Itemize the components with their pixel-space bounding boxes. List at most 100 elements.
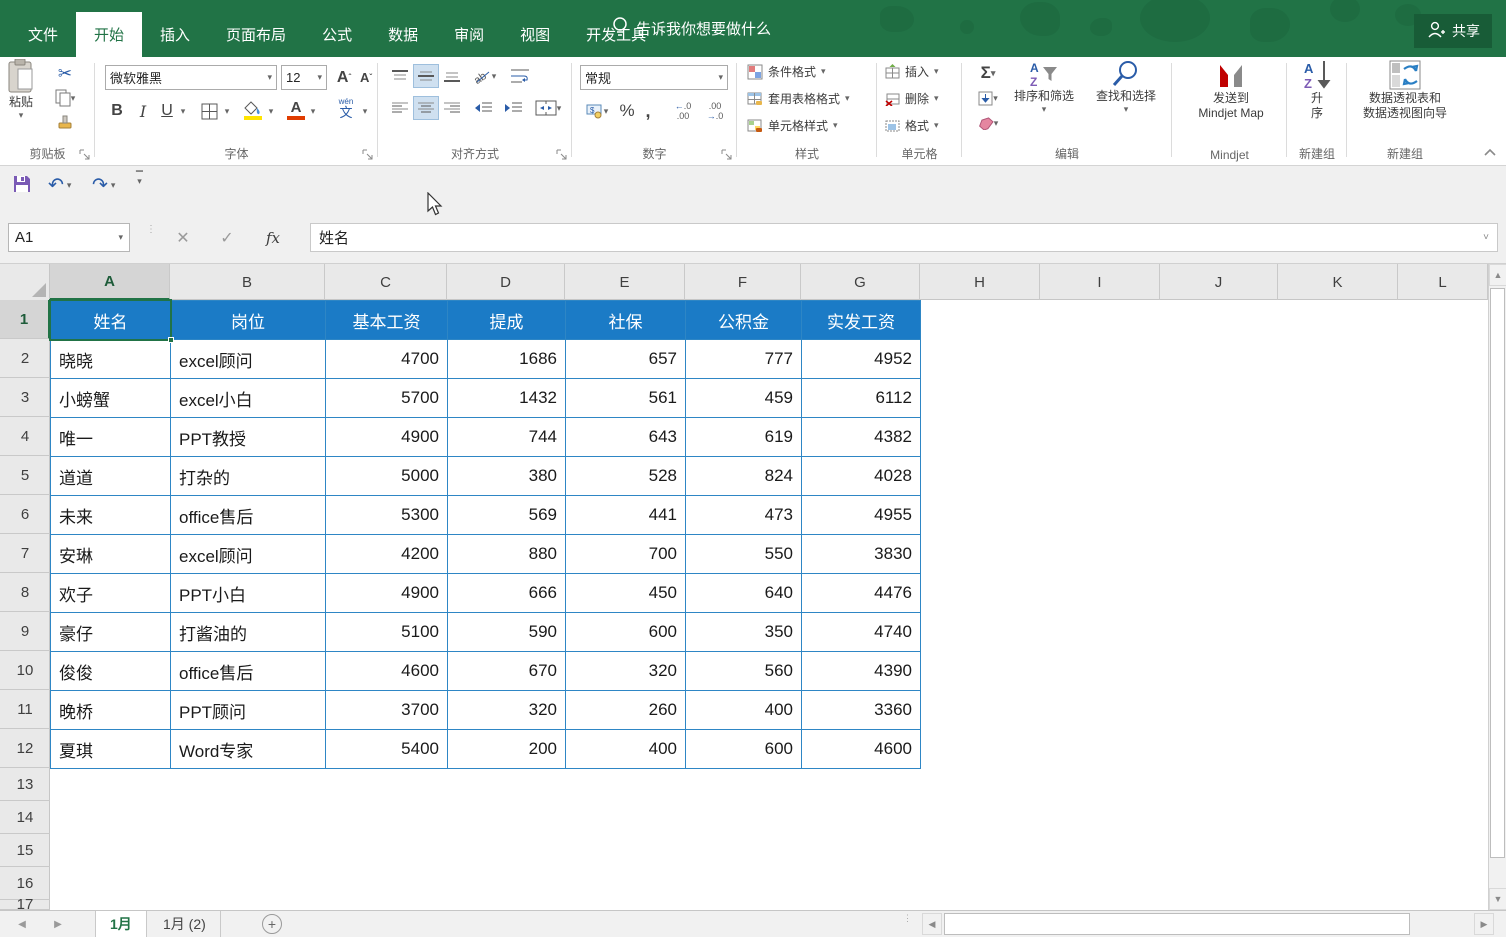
copy-button[interactable]: ▾ [52, 87, 78, 109]
cell[interactable]: 4200 [326, 535, 448, 574]
redo-button[interactable]: ↷▾ [92, 174, 115, 197]
font-name-combo[interactable]: 微软雅黑▾ [105, 65, 277, 90]
cell[interactable]: 3700 [326, 691, 448, 730]
cell[interactable]: 4952 [802, 340, 921, 379]
borders-dropdown-arrow[interactable]: ▾ [221, 99, 233, 123]
bold-button[interactable]: B [107, 99, 127, 123]
new-sheet-button[interactable]: + [262, 914, 282, 934]
name-box-splitter[interactable]: ⋮ [146, 227, 150, 249]
cell[interactable]: 晓晓 [51, 340, 171, 379]
underline-button[interactable]: U [157, 99, 177, 123]
cell[interactable]: excel顾问 [171, 340, 326, 379]
cell[interactable]: 260 [566, 691, 686, 730]
paste-dropdown-arrow[interactable]: ▾ [19, 110, 24, 121]
column-header-A[interactable]: A [50, 264, 170, 300]
insert-cells-button[interactable]: 插入▾ [885, 63, 939, 80]
cell[interactable]: 5400 [326, 730, 448, 769]
phonetic-guide-button[interactable]: wén 文 [333, 95, 359, 123]
horizontal-scrollbar[interactable]: ◀ ▶ [922, 913, 1494, 935]
name-box[interactable]: A1 ▾ [8, 223, 130, 252]
cell[interactable]: 550 [686, 535, 802, 574]
orientation-button[interactable]: ab▾ [470, 65, 500, 87]
cell[interactable]: 4028 [802, 457, 921, 496]
row-header-8[interactable]: 8 [0, 573, 50, 612]
cell[interactable]: 安琳 [51, 535, 171, 574]
cell[interactable]: 450 [566, 574, 686, 613]
cell[interactable]: 俊俊 [51, 652, 171, 691]
row-header-15[interactable]: 15 [0, 834, 50, 867]
sheet-tab-2[interactable]: 1月 (2) [149, 911, 221, 937]
cell[interactable]: 600 [686, 730, 802, 769]
cell-styles-button[interactable]: 单元格样式▾ [747, 117, 838, 134]
header-cell[interactable]: 基本工资 [326, 301, 448, 340]
scroll-left-arrow[interactable]: ◀ [922, 913, 942, 935]
column-header-B[interactable]: B [170, 264, 325, 300]
cell[interactable]: 473 [686, 496, 802, 535]
column-header-G[interactable]: G [801, 264, 920, 300]
share-button[interactable]: 共享 [1414, 14, 1492, 48]
tab-insert[interactable]: 插入 [142, 12, 208, 57]
paste-button[interactable]: 粘贴 ▾ [6, 59, 36, 121]
font-color-button[interactable]: A [285, 97, 307, 123]
decrease-indent-button[interactable] [470, 97, 496, 119]
cell[interactable]: 4600 [326, 652, 448, 691]
phonetic-dropdown-arrow[interactable]: ▾ [359, 99, 371, 123]
cell[interactable]: 道道 [51, 457, 171, 496]
cell[interactable]: excel小白 [171, 379, 326, 418]
cell[interactable]: 3360 [802, 691, 921, 730]
header-cell[interactable]: 岗位 [171, 301, 326, 340]
conditional-formatting-button[interactable]: 条件格式▾ [747, 63, 826, 80]
comma-button[interactable]: , [640, 99, 656, 123]
cell[interactable]: 1686 [448, 340, 566, 379]
name-box-dropdown-arrow[interactable]: ▾ [118, 232, 123, 243]
cell[interactable]: 824 [686, 457, 802, 496]
save-button[interactable] [12, 174, 32, 194]
cell[interactable]: 3830 [802, 535, 921, 574]
cell[interactable]: 4382 [802, 418, 921, 457]
tab-home[interactable]: 开始 [76, 12, 142, 57]
column-header-K[interactable]: K [1278, 264, 1398, 300]
format-painter-button[interactable] [52, 111, 78, 133]
row-header-12[interactable]: 12 [0, 729, 50, 768]
vertical-scrollbar[interactable]: ▲ ▼ [1488, 264, 1506, 910]
format-as-table-button[interactable]: 套用表格格式▾ [747, 90, 850, 107]
row-header-10[interactable]: 10 [0, 651, 50, 690]
scroll-up-arrow[interactable]: ▲ [1489, 264, 1506, 286]
column-header-J[interactable]: J [1160, 264, 1278, 300]
qat-customize-button[interactable]: ▔▾ [136, 174, 143, 184]
cell[interactable]: 4740 [802, 613, 921, 652]
cancel-button[interactable]: ✕ [166, 223, 200, 252]
row-header-1[interactable]: 1 [0, 300, 50, 339]
cell[interactable]: 441 [566, 496, 686, 535]
cell[interactable]: 小螃蟹 [51, 379, 171, 418]
font-dialog-launcher[interactable] [362, 149, 374, 161]
align-right-button[interactable] [440, 97, 464, 119]
cell[interactable]: 640 [686, 574, 802, 613]
middle-align-button[interactable] [414, 65, 438, 87]
autosum-button[interactable]: Σ ▾ [970, 62, 1006, 84]
cell[interactable]: 777 [686, 340, 802, 379]
wrap-text-button[interactable] [506, 63, 534, 89]
row-header-4[interactable]: 4 [0, 417, 50, 456]
clipboard-dialog-launcher[interactable] [79, 149, 91, 161]
cell[interactable]: 1432 [448, 379, 566, 418]
underline-dropdown-arrow[interactable]: ▾ [177, 99, 189, 123]
formula-bar-expand-arrow[interactable]: ˅ [1483, 232, 1489, 243]
worksheet-grid[interactable]: ABCDEFGHIJKL 1234567891011121314151617 姓… [0, 264, 1488, 910]
increase-indent-button[interactable] [500, 97, 526, 119]
scroll-down-arrow[interactable]: ▼ [1489, 888, 1506, 910]
cut-button[interactable]: ✂ [52, 63, 78, 85]
currency-button[interactable]: $▾ [582, 99, 612, 123]
font-color-dropdown-arrow[interactable]: ▾ [307, 99, 319, 123]
tab-data[interactable]: 数据 [370, 12, 436, 57]
column-header-F[interactable]: F [685, 264, 801, 300]
sort-ascending-button[interactable]: A Z 升 序 [1297, 59, 1337, 121]
cell[interactable]: 5000 [326, 457, 448, 496]
find-select-button[interactable]: 查找和选择 ▾ [1096, 59, 1156, 115]
row-header-13[interactable]: 13 [0, 768, 50, 801]
sheet-nav-left-arrow[interactable]: ◀ [8, 911, 36, 937]
borders-button[interactable] [197, 99, 221, 123]
row-header-6[interactable]: 6 [0, 495, 50, 534]
alignment-dialog-launcher[interactable] [556, 149, 568, 161]
cell[interactable]: 唯一 [51, 418, 171, 457]
